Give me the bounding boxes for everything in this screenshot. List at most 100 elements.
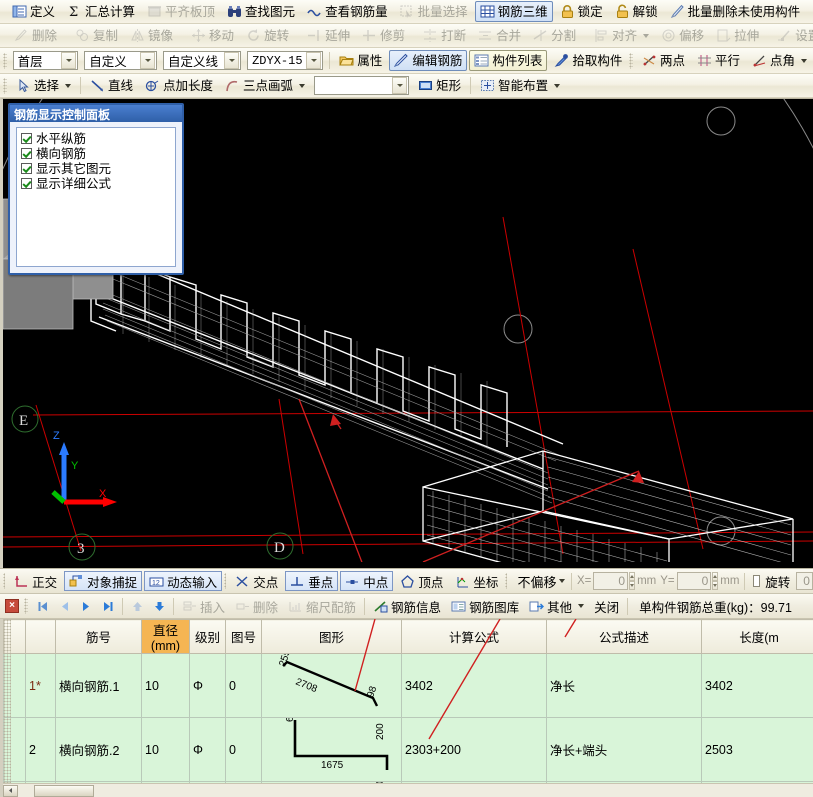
rebar-button-insert[interactable]: 插入	[178, 596, 229, 616]
rebar-button-other[interactable]: 其他	[525, 596, 588, 616]
toolbar-button-view-rebar-qty[interactable]: 查看钢筋量	[302, 1, 393, 22]
chevron-down-icon[interactable]	[643, 33, 650, 38]
toolbar-button-align-slab-top[interactable]: 平齐板顶	[142, 1, 220, 22]
toolbar-button-unlock[interactable]: 解锁	[610, 1, 663, 22]
rebar-button-delete[interactable]: 删除	[231, 596, 282, 616]
checkbox[interactable]	[21, 148, 32, 159]
toolbar-button-offset[interactable]: 偏移	[656, 25, 709, 46]
toolbar-button-split[interactable]: 分割	[528, 25, 581, 46]
header-grade[interactable]: 级别	[189, 619, 226, 654]
rebar-button-scale-rebar[interactable]: 缩尺配筋	[284, 596, 360, 616]
nav-prev-button[interactable]	[54, 596, 74, 616]
cell-shape[interactable]: 255 2708 98	[261, 653, 402, 718]
toolbar-grip[interactable]	[24, 598, 28, 614]
snap-button-vertex[interactable]: 顶点	[395, 571, 448, 591]
cell-shape[interactable]: 627 1675 200	[261, 717, 402, 782]
row-index[interactable]: 1*	[25, 653, 56, 718]
3d-viewport[interactable]: E 3 D Z Y X 钢筋显示控制面板 水平纵筋 横向钢筋 显示其它图元 显示…	[0, 98, 813, 568]
scrollbar-thumb[interactable]	[34, 784, 94, 797]
nav-first-button[interactable]	[32, 596, 52, 616]
toolbar-button-parallel[interactable]: 平行	[692, 50, 745, 71]
cell-diameter[interactable]: 10	[141, 717, 190, 782]
toolbar-button-two-point[interactable]: 两点	[637, 50, 690, 71]
draw-option-combo[interactable]	[314, 76, 410, 95]
cell-grade[interactable]: Φ	[189, 717, 226, 782]
chevron-down-icon[interactable]	[392, 77, 408, 94]
chevron-down-icon[interactable]	[61, 52, 77, 69]
toolbar-button-break[interactable]: 打断	[418, 25, 471, 46]
cell-drawing-no[interactable]: 0	[225, 717, 262, 782]
toolbar-button-copy[interactable]: 复制	[70, 25, 123, 46]
toolbar-button-component-list[interactable]: 构件列表	[469, 50, 548, 71]
rotate-input[interactable]: 0	[796, 572, 813, 590]
cell-formula-desc[interactable]: 净长+端头	[546, 717, 702, 782]
chevron-down-icon[interactable]	[559, 579, 566, 583]
toolbar-button-rebar-3d[interactable]: 钢筋三维	[474, 1, 553, 22]
rebar-button-rebar-info[interactable]: 钢筋信息	[369, 596, 445, 616]
header-diameter[interactable]: 直径(mm)	[141, 619, 190, 654]
toolbar-button-point-plus-length[interactable]: 点加长度	[140, 75, 218, 96]
toolbar-button-align[interactable]: 对齐	[589, 25, 654, 46]
type-combo[interactable]: 自定义线	[163, 51, 242, 70]
y-coordinate-input[interactable]: 0	[676, 572, 712, 590]
toolbar-button-property[interactable]: 属性	[334, 50, 387, 71]
header-drawing-no[interactable]: 图号	[225, 619, 262, 654]
toolbar-grip[interactable]	[3, 573, 6, 589]
snap-button-midpoint[interactable]: 中点	[340, 571, 394, 591]
toolbar-button-line[interactable]: 直线	[85, 75, 138, 96]
cell-diameter[interactable]: 10	[141, 653, 190, 718]
toolbar-grip[interactable]	[505, 573, 508, 589]
rebar-display-control-panel[interactable]: 钢筋显示控制面板 水平纵筋 横向钢筋 显示其它图元 显示详细公式	[8, 103, 184, 275]
offset-mode-combo[interactable]: 不偏移	[513, 572, 566, 591]
nav-up-button[interactable]	[127, 596, 147, 616]
x-coordinate-input[interactable]: 0	[593, 572, 629, 590]
header-shape[interactable]: 图形	[261, 619, 402, 654]
rotate-checkbox[interactable]	[753, 575, 761, 587]
toolbar-button-3d-view[interactable]: 三维	[807, 1, 813, 22]
toolbar-button-edit-rebar[interactable]: 编辑钢筋	[389, 50, 468, 71]
toolbar-button-select[interactable]: 选择	[11, 75, 76, 96]
horizontal-scrollbar[interactable]	[3, 783, 813, 797]
rebar-table-container[interactable]: 筋号 直径(mm) 级别 图号 图形 计算公式 公式描述 长度(m 1* 横向钢…	[0, 619, 813, 797]
toolbar-button-summary-calc[interactable]: Σ 汇总计算	[62, 1, 140, 22]
chevron-down-icon[interactable]	[140, 52, 155, 69]
x-spinner[interactable]	[629, 572, 636, 590]
toolbar-grip[interactable]	[3, 52, 7, 69]
checkbox[interactable]	[21, 133, 32, 144]
chevron-down-icon[interactable]	[299, 83, 306, 88]
toolbar-button-point-angle[interactable]: 点角	[747, 50, 812, 71]
toolbar-button-trim[interactable]: 修剪	[357, 25, 410, 46]
chevron-down-icon[interactable]	[801, 58, 807, 63]
toolbar-button-batch-delete-unused[interactable]: 批量删除未使用构件	[665, 1, 806, 22]
toolbar-button-pick-component[interactable]: 拾取构件	[549, 50, 627, 71]
cell-calc-formula[interactable]: 3402	[401, 653, 547, 718]
toolbar-button-batch-select[interactable]: 批量选择	[395, 1, 473, 22]
category-combo[interactable]: 自定义	[84, 51, 157, 70]
cell-grade[interactable]: Φ	[189, 653, 226, 718]
toolbar-button-find-element[interactable]: 查找图元	[222, 1, 300, 22]
close-icon[interactable]: ×	[5, 599, 19, 613]
scroll-left-button[interactable]	[3, 784, 18, 797]
toolbar-button-extend[interactable]: 延伸	[302, 25, 355, 46]
snap-button-dynamic-input[interactable]: 12 动态输入	[144, 571, 223, 591]
snap-button-perpendicular[interactable]: 垂点	[285, 571, 339, 591]
chevron-down-icon[interactable]	[65, 83, 72, 88]
y-spinner[interactable]	[712, 572, 719, 590]
header-rebar-no[interactable]: 筋号	[55, 619, 142, 654]
cell-formula-desc[interactable]: 净长	[546, 653, 702, 718]
toolbar-button-smart-layout[interactable]: 智能布置	[475, 75, 565, 96]
toolbar-button-rectangle[interactable]: 矩形	[413, 75, 466, 96]
toolbar-grip[interactable]	[3, 77, 7, 94]
nav-last-button[interactable]	[98, 596, 118, 616]
checkbox-row-show-detail-formula[interactable]: 显示详细公式	[17, 176, 175, 191]
toolbar-button-rotate[interactable]: 旋转	[241, 25, 294, 46]
floor-combo[interactable]: 首层	[12, 51, 79, 70]
toolbar-button-define[interactable]: 定义	[7, 1, 60, 22]
chevron-down-icon[interactable]	[224, 52, 240, 69]
snap-button-object-snap[interactable]: 对象捕捉	[64, 571, 143, 591]
checkbox[interactable]	[21, 163, 32, 174]
checkbox-row-transverse-rebar[interactable]: 横向钢筋	[17, 146, 175, 161]
cell-rebar-no[interactable]: 横向钢筋.1	[55, 653, 142, 718]
toolbar-button-set-grip-point[interactable]: 设置夹点	[772, 25, 813, 46]
table-row[interactable]: 2 横向钢筋.2 10 Φ 0 627 1675 200 2303+200	[3, 717, 813, 782]
